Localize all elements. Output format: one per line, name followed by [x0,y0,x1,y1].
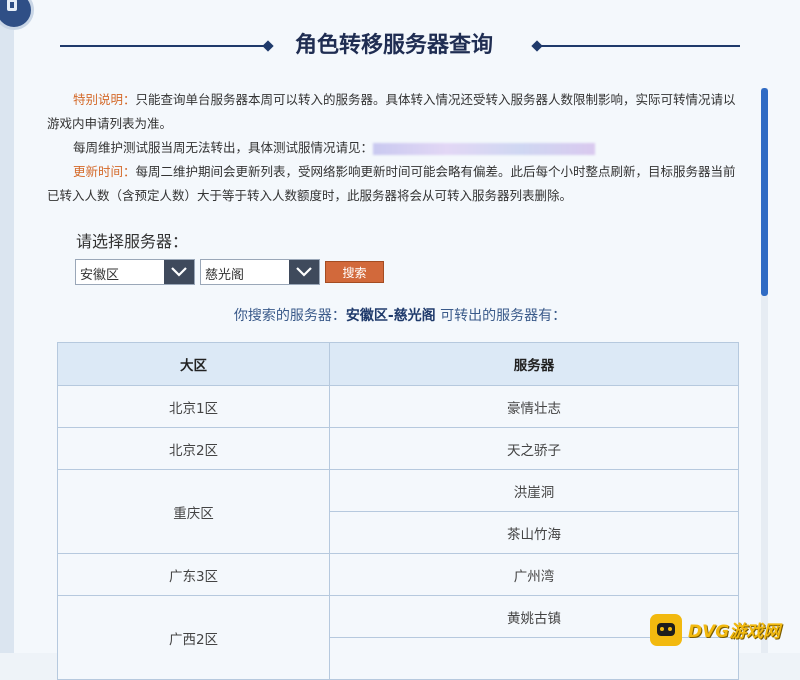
update-label: 更新时间： [73,164,136,179]
header-server: 服务器 [329,342,739,386]
test-server-link[interactable] [373,142,596,155]
scrollbar-thumb[interactable] [761,88,768,296]
result-suffix: 可转出的服务器有： [435,308,567,324]
result-selected-server: 安徽区-慈光阁 [345,308,436,324]
table-row: 重庆区 洪崖洞 [57,469,739,554]
area-cell: 广东3区 [57,553,330,596]
special-note: 特别说明：只能查询单台服务器本周可以转入的服务器。具体转入情况还受转入服务器人数… [47,88,747,136]
chevron-down-icon[interactable] [289,260,319,284]
update-note: 更新时间：每周二维护期间会更新列表，受网络影响更新时间可能会略有偏差。此后每个小… [47,160,747,208]
area-cell: 广西2区 [57,595,330,680]
chevron-down-icon[interactable] [164,260,194,284]
table-header-row: 大区 服务器 [57,342,739,386]
table-row: 北京2区 天之骄子 [57,427,739,470]
table-row: 广西2区 黄姚古镇 [57,595,739,680]
table-row: 北京1区 豪情壮志 [57,385,739,428]
title-ornament-left [60,45,270,47]
server-select-value: 慈光阁 [205,268,245,283]
title-ornament-right [535,45,740,47]
server-table: 大区 服务器 北京1区 豪情壮志 北京2区 天之骄子 重庆区 洪崖洞 茶山竹海 … [57,342,739,680]
server-cell: 洪崖洞 [329,469,739,512]
test-text: 每周维护测试服当周无法转出，具体测试服情况请见： [73,140,374,155]
server-select[interactable]: 慈光阁 [200,259,320,285]
area-cell: 北京1区 [57,385,330,428]
title-row: 角色转移服务器查询 [0,28,800,64]
special-label: 特别说明： [73,92,136,107]
watermark: DVG游戏网 [650,606,800,653]
gamepad-logo-icon [650,613,682,646]
notes: 特别说明：只能查询单台服务器本周可以转入的服务器。具体转入情况还受转入服务器人数… [47,88,747,208]
area-cell: 重庆区 [57,469,330,554]
server-select-label: 请选择服务器： [76,232,189,251]
result-summary: 你搜索的服务器：安徽区-慈光阁 可转出的服务器有： [0,305,800,325]
update-text: 每周二维护期间会更新列表，受网络影响更新时间可能会略有偏差。此后每个小时整点刷新… [47,164,736,203]
server-cell: 广州湾 [329,553,739,596]
server-cell: 豪情壮志 [329,385,739,428]
vertical-scrollbar[interactable] [761,88,768,653]
result-prefix: 你搜索的服务器： [233,308,346,324]
server-cell: 天之骄子 [329,427,739,470]
area-cell: 北京2区 [57,427,330,470]
special-text: 只能查询单台服务器本周可以转入的服务器。具体转入情况还受转入服务器人数限制影响，… [47,92,736,131]
table-row: 广东3区 广州湾 [57,553,739,596]
header-area: 大区 [57,342,330,386]
search-button[interactable]: 搜索 [325,261,384,283]
page-title: 角色转移服务器查询 [295,33,494,58]
test-note: 每周维护测试服当周无法转出，具体测试服情况请见： [47,136,747,160]
area-select[interactable]: 安徽区 [75,259,195,285]
server-cell: 茶山竹海 [329,511,739,554]
area-select-value: 安徽区 [80,268,120,283]
watermark-text: DVG游戏网 [688,622,781,642]
